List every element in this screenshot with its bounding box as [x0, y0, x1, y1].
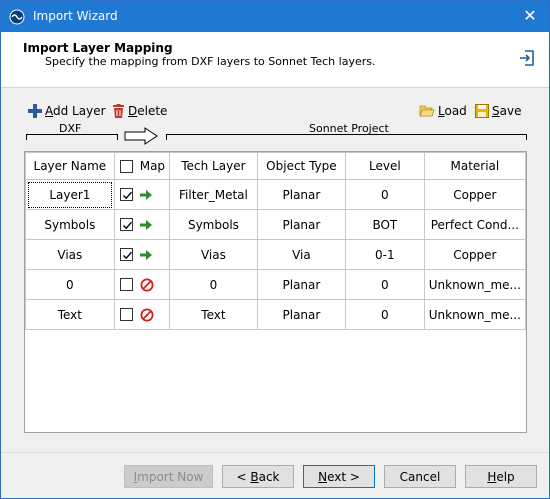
col-header-material[interactable]: Material — [423, 152, 527, 180]
cell-map[interactable] — [113, 299, 171, 330]
col-header-map-label: Map — [139, 159, 166, 173]
cell-tech-layer[interactable]: Symbols — [169, 209, 258, 240]
import-now-button[interactable]: Import Now — [124, 465, 213, 488]
page-subtitle: Specify the mapping from DXF layers to S… — [45, 55, 376, 68]
cell-tech-layer[interactable]: Vias — [169, 239, 258, 270]
cell-tech-layer[interactable]: Text — [169, 299, 258, 330]
map-arrow-icon — [139, 249, 152, 260]
title-bar: Import Wizard ✕ — [1, 1, 549, 32]
cell-level[interactable]: 0 — [345, 269, 425, 300]
page-title: Import Layer Mapping — [23, 41, 173, 55]
cell-layer-name[interactable]: Layer1 — [25, 179, 115, 210]
checkmark-icon — [122, 221, 132, 230]
cell-level[interactable]: 0 — [345, 299, 425, 330]
folder-open-icon — [419, 105, 435, 117]
footer-divider — [1, 452, 549, 453]
cell-layer-name[interactable]: Text — [25, 299, 115, 330]
wizard-header: Import Layer Mapping Specify the mapping… — [1, 32, 549, 88]
col-header-tech-layer[interactable]: Tech Layer — [169, 152, 258, 180]
cell-tech-layer[interactable]: Filter_Metal — [169, 179, 258, 210]
cell-map[interactable] — [113, 209, 171, 240]
next-button[interactable]: Next > — [303, 465, 375, 488]
layer-mapping-table: Layer Name Map Tech Layer Object Type Le… — [25, 152, 527, 330]
cancel-button[interactable]: Cancel — [384, 465, 456, 488]
map-arrow-icon — [139, 189, 152, 200]
table-row[interactable]: Vias Vias Via 0-1 Copper — [25, 239, 527, 270]
mapping-arrow-icon — [124, 127, 158, 145]
exit-icon[interactable] — [517, 48, 537, 68]
col-header-level[interactable]: Level — [345, 152, 425, 180]
cell-object-type[interactable]: Via — [256, 239, 347, 270]
cell-level[interactable]: 0 — [345, 179, 425, 210]
save-button[interactable]: Save — [475, 104, 521, 118]
load-label: Load — [438, 104, 467, 118]
no-map-icon — [140, 278, 154, 291]
cell-level[interactable]: BOT — [345, 209, 425, 240]
save-label: Save — [492, 104, 522, 118]
sonnet-group-label: Sonnet Project — [309, 122, 389, 135]
cell-object-type[interactable]: Planar — [256, 209, 347, 240]
table-row[interactable]: Layer1 Filter_Metal Planar 0 Copper — [25, 179, 527, 210]
map-arrow-icon — [139, 219, 152, 230]
checkmark-icon — [122, 251, 132, 260]
cell-layer-name[interactable]: 0 — [25, 269, 115, 300]
close-icon[interactable]: ✕ — [521, 6, 539, 25]
cell-tech-layer[interactable]: 0 — [169, 269, 258, 300]
cell-layer-name[interactable]: Vias — [25, 239, 115, 270]
cell-map[interactable] — [113, 269, 171, 300]
layer-mapping-grid[interactable]: Layer Name Map Tech Layer Object Type Le… — [24, 151, 527, 433]
cell-material[interactable]: Copper — [423, 239, 527, 270]
delete-button[interactable]: Delete — [112, 104, 167, 118]
delete-label: Delete — [128, 104, 168, 118]
checkmark-icon — [122, 191, 132, 200]
table-body: Layer1 Filter_Metal Planar 0 Copper Symbols Sy… — [25, 179, 527, 330]
add-icon — [28, 104, 42, 118]
map-checkbox[interactable] — [119, 218, 133, 231]
add-layer-button[interactable]: Add Layer — [28, 104, 106, 118]
save-icon — [475, 104, 489, 118]
trash-icon — [113, 104, 124, 118]
table-row[interactable]: Text Text Planar 0 Unknown_me... — [25, 299, 527, 330]
back-button[interactable]: < Back — [222, 465, 294, 488]
cell-material[interactable]: Copper — [423, 179, 527, 210]
help-button[interactable]: Help — [465, 465, 537, 488]
map-checkbox[interactable] — [119, 188, 133, 201]
map-checkbox[interactable] — [119, 278, 133, 291]
table-row[interactable]: 0 0 Planar 0 Unknown_me... — [25, 269, 527, 300]
dxf-group-label: DXF — [59, 122, 82, 135]
import-wizard-window: Import Wizard ✕ Import Layer Mapping Spe… — [0, 0, 550, 499]
cell-material[interactable]: Unknown_me... — [423, 269, 527, 300]
sonnet-app-icon — [9, 9, 25, 25]
table-row[interactable]: Symbols Symbols Planar BOT Perfect Cond... — [25, 209, 527, 240]
no-map-icon — [140, 308, 154, 321]
cell-object-type[interactable]: Planar — [256, 299, 347, 330]
map-all-checkbox[interactable] — [119, 159, 133, 173]
cell-material[interactable]: Unknown_me... — [423, 299, 527, 330]
map-checkbox[interactable] — [119, 308, 133, 321]
cell-level[interactable]: 0-1 — [345, 239, 425, 270]
col-header-layer-name[interactable]: Layer Name — [25, 152, 115, 180]
map-checkbox[interactable] — [119, 248, 133, 261]
cell-map[interactable] — [113, 179, 171, 210]
table-header-row: Layer Name Map Tech Layer Object Type Le… — [25, 152, 527, 180]
cell-map[interactable] — [113, 239, 171, 270]
cell-material[interactable]: Perfect Cond... — [423, 209, 527, 240]
load-button[interactable]: Load — [419, 104, 467, 118]
col-header-object-type[interactable]: Object Type — [256, 152, 347, 180]
cell-layer-name[interactable]: Symbols — [25, 209, 115, 240]
cell-object-type[interactable]: Planar — [256, 269, 347, 300]
window-title: Import Wizard — [33, 9, 118, 23]
cell-object-type[interactable]: Planar — [256, 179, 347, 210]
col-header-map[interactable]: Map — [113, 152, 171, 180]
add-layer-label: Add Layer — [45, 104, 106, 118]
